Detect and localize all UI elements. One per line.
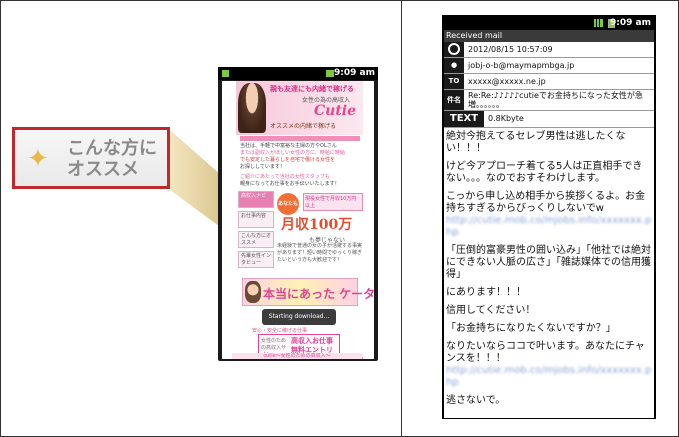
safety-text: 安心・安全に稼げる仕事	[252, 328, 308, 334]
status-bar: 9:09 am	[218, 67, 378, 80]
signal-icon	[326, 70, 334, 77]
promo-description: 未経験で普通の女の子が活躍する事実があります！短い時間でゆっくり稼ぎたいという方…	[277, 243, 363, 263]
size-row: TEXT 0.8Kbyte	[444, 111, 654, 128]
mail-to: xxxxx@xxxxx.ne.jp	[468, 77, 546, 86]
body-line: 「圧倒的富豪男性の囲い込み」「他社では絶対にできない人脈の広さ」「雑誌媒体での信…	[446, 245, 651, 280]
mail-size: 0.8Kbyte	[488, 114, 524, 123]
mail-from[interactable]: jobj-o-b@maymapmbga.jp	[468, 58, 574, 73]
body-line: こっから申し込め相手から挨拶くるよ。お金持ちすぎるからびっくりしないでw	[446, 191, 646, 214]
status-time: 9:09 am	[334, 68, 375, 78]
pink-divider	[240, 136, 360, 141]
person-icon: ●	[444, 58, 464, 73]
mail-date: 2012/08/15 10:57:09	[468, 45, 553, 54]
status-bar-right: 9:09 am	[443, 16, 655, 30]
banner-tagline: オススメの内緒で稼げる	[270, 123, 337, 130]
promo-box: 現役女性で月収10万円以上	[303, 193, 363, 211]
body-line: けど今アプローチ着てる5人は正直相手できない。。。なのでおすそわけします。	[446, 161, 643, 184]
mail-body: 絶対今抱えてるセレブ男性は逃したくない！！！ けど今アプローチ着てる5人は正直相…	[444, 128, 654, 407]
download-toast: Starting download...	[262, 309, 336, 325]
mail-subject: Re:Re:♪♪♪♪♪cutieでお金持ちになった女性が急増。。。。。。	[468, 91, 643, 109]
model-photo	[238, 83, 266, 133]
clock-icon	[444, 42, 464, 57]
body-line: なりたいならココで叶います。あなたにチャンスを！！！	[446, 341, 645, 364]
mail-header: Received mail	[444, 30, 654, 42]
text-label: TEXT	[444, 111, 484, 127]
intro-text: 当社は、手軽で中富裕な主婦の方やOLさん または副収入がほしい女性の方に、時給に…	[240, 143, 345, 187]
from-row[interactable]: ● jobj-o-b@maymapmbga.jp	[444, 58, 654, 74]
subject-label: 件名	[444, 90, 464, 110]
site-logo: Cutie	[314, 103, 357, 119]
menu-item-high-income-navi[interactable]: 高収入ナビ	[238, 191, 274, 208]
menu-item-interview[interactable]: 先輩女性インタビュー	[238, 251, 274, 268]
body-line: 絶対今抱えてるセレブ男性は逃したくない！！！	[446, 131, 626, 154]
left-phone: 9:09 am 親も友達にも内緒で稼げる 女性の為の高収入 Cutie オススメ…	[218, 67, 378, 361]
date-row: 2012/08/15 10:57:09	[444, 42, 654, 58]
subject-row: 件名 Re:Re:♪♪♪♪♪cutieでお金持ちになった女性が急増。。。。。。	[444, 90, 654, 111]
page-footer: cutie〜女性のための高収入〜	[232, 353, 362, 359]
to-row: TO xxxxx@xxxxx.ne.jp	[444, 74, 654, 90]
side-menu: 高収入ナビ お仕事内容 こんな方にオススメ 先輩女性インタビュー	[238, 191, 274, 271]
body-line: 「お金持ちになりたくないですか？」	[446, 323, 616, 334]
to-label: TO	[444, 74, 464, 89]
menu-item-recommended-for[interactable]: こんな方にオススメ	[238, 231, 274, 248]
spam-link[interactable]: http://cutie.mob.co/mjobs.info/xxxxxxx.p…	[446, 365, 652, 389]
keitai-banner[interactable]: 本当にあった ケータイで稼げる話	[242, 278, 374, 306]
menu-item-job-details[interactable]: お仕事内容	[238, 211, 274, 228]
promo-headline: 月収100万	[281, 217, 353, 233]
panel-divider	[401, 0, 402, 437]
signal-icon	[594, 19, 603, 27]
keitai-banner-text: 本当にあった ケータイで稼げる話	[263, 287, 374, 301]
body-line: 信用してください！	[446, 305, 536, 316]
right-phone: 9:09 am Received mail 2012/08/15 10:57:0…	[442, 15, 656, 419]
zoom-callout: ✦ こんな方に オススメ	[12, 127, 170, 189]
body-line: にあります！！！	[446, 287, 526, 298]
spam-link[interactable]: http://cutie.mob.co/mjobs.info/xxxxxxx.p…	[446, 215, 652, 239]
mail-screen: Received mail 2012/08/15 10:57:09 ● jobj…	[444, 30, 654, 418]
income-promo[interactable]: あなたも 現役女性で月収10万円以上 月収100万 も夢じゃない 未経験で普通の…	[277, 193, 363, 263]
notification-icon	[222, 70, 229, 77]
callout-text: こんな方に オススメ	[67, 138, 157, 180]
site-banner[interactable]: 親も友達にも内緒で稼げる 女性の為の高収入 Cutie オススメの内緒で稼げる	[236, 81, 363, 135]
banner-title: 親も友達にも内緒で稼げる	[270, 85, 354, 93]
promo-badge: あなたも	[277, 193, 299, 215]
sparkle-icon: ✦	[27, 144, 49, 174]
girl-illustration	[245, 281, 261, 303]
webpage-screen[interactable]: 親も友達にも内緒で稼げる 女性の為の高収入 Cutie オススメの内緒で稼げる …	[222, 81, 374, 359]
status-time-right: 9:09 am	[610, 18, 651, 28]
body-line: 逃さないで。	[446, 395, 506, 406]
